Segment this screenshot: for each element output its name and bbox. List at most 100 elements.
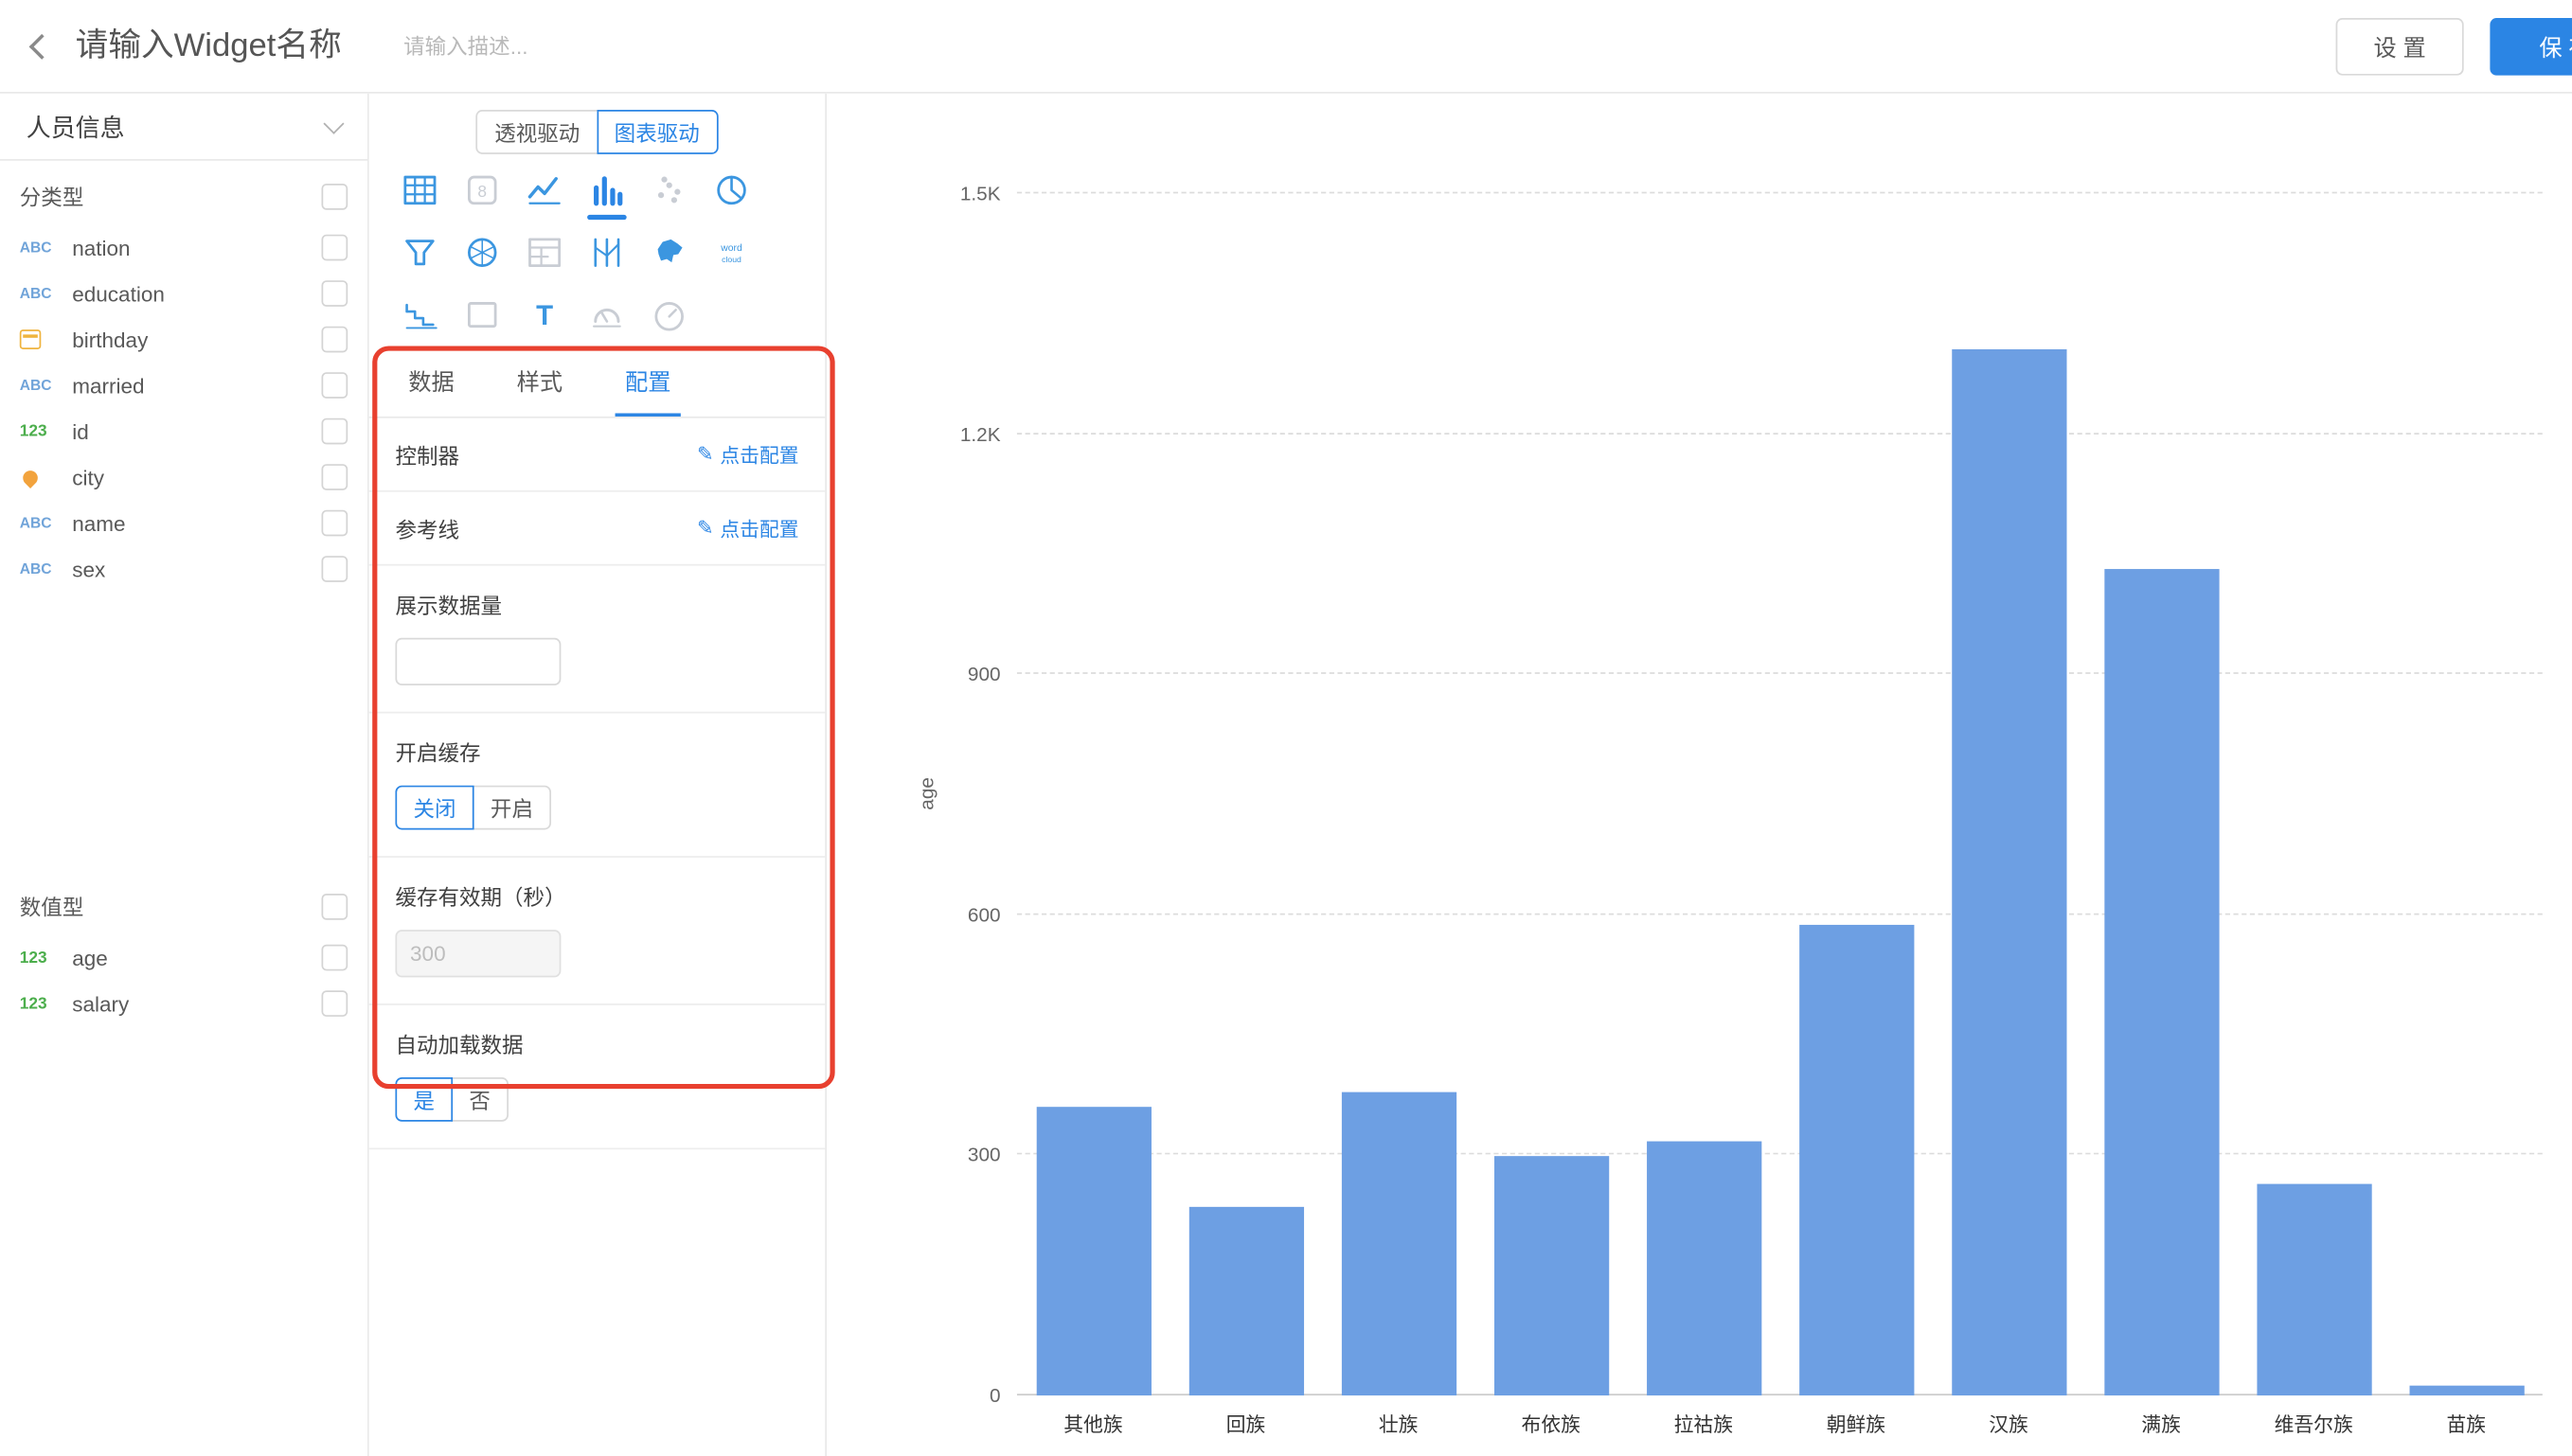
field-checkbox[interactable]	[321, 556, 348, 582]
waterfall-chart-icon[interactable]	[389, 284, 452, 346]
field-checkbox[interactable]	[321, 327, 348, 353]
y-axis-title: age	[916, 777, 938, 810]
cache-ttl-label: 缓存有效期（秒）	[395, 880, 798, 912]
chart-preview: age 03006009001.2K1.5K 其他族回族壮族布依族拉祜族朝鲜族汉…	[829, 94, 2572, 1456]
widget-description-input[interactable]	[403, 34, 666, 59]
bar[interactable]	[2103, 569, 2218, 1396]
field-married[interactable]: ABCmarried	[0, 363, 367, 408]
y-tick-label: 900	[968, 663, 1001, 685]
pin-glyph	[20, 467, 41, 488]
field-salary[interactable]: 123salary	[0, 981, 367, 1026]
widget-editor: 设 置 保 存 人员信息 分类型ABCnationABCeducationbir…	[0, 0, 2572, 1456]
x-axis-label: 汉族	[1989, 1411, 2028, 1438]
field-checkbox[interactable]	[321, 280, 348, 307]
bar-chart-icon[interactable]	[576, 159, 638, 222]
map-chart-icon[interactable]	[638, 222, 701, 284]
display-count-block: 展示数据量	[369, 566, 826, 714]
bar[interactable]	[1341, 1092, 1456, 1395]
field-name[interactable]: ABCname	[0, 500, 367, 545]
back-button[interactable]	[0, 0, 76, 92]
wordcloud-chart-icon[interactable]: wordcloud	[701, 222, 763, 284]
mode-toggle: 透视驱动图表驱动	[369, 110, 826, 154]
mode-pivot-option[interactable]: 透视驱动	[476, 110, 598, 154]
field-nation[interactable]: ABCnation	[0, 224, 367, 270]
autoload-option[interactable]: 是	[395, 1077, 453, 1122]
field-checkbox[interactable]	[321, 418, 348, 445]
richtext-chart-icon[interactable]: T	[513, 284, 576, 346]
svg-text:cloud: cloud	[722, 255, 741, 264]
save-button[interactable]: 保 存	[2490, 18, 2572, 76]
radar-chart-icon[interactable]	[451, 222, 513, 284]
bar[interactable]	[2409, 1386, 2524, 1395]
field-birthday[interactable]: birthday	[0, 316, 367, 362]
field-sex[interactable]: ABCsex	[0, 546, 367, 592]
field-name: city	[72, 465, 104, 489]
field-checkbox[interactable]	[321, 990, 348, 1017]
pie-chart-icon[interactable]	[701, 159, 763, 222]
field-name: birthday	[72, 328, 148, 352]
section-label: 分类型	[20, 181, 84, 212]
settings-button[interactable]: 设 置	[2336, 18, 2464, 76]
cache-ttl-block: 缓存有效期（秒）	[369, 858, 826, 1005]
field-checkbox[interactable]	[321, 945, 348, 971]
svg-text:8: 8	[477, 182, 487, 201]
y-tick-label: 1.2K	[960, 422, 1001, 445]
edit-icon: ✎	[697, 517, 713, 540]
x-axis-label: 布依族	[1522, 1411, 1581, 1438]
field-checkbox[interactable]	[321, 235, 348, 261]
reference-line-configure-link[interactable]: ✎ 点击配置	[697, 514, 799, 542]
bar[interactable]	[1951, 349, 2065, 1395]
x-axis-label: 苗族	[2446, 1411, 2486, 1438]
selected-indicator	[587, 215, 627, 220]
bar[interactable]	[1798, 924, 1913, 1395]
section-header: 分类型	[0, 161, 367, 225]
number-type-icon: 123	[20, 995, 72, 1013]
cache-ttl-input	[395, 930, 561, 977]
tab-data[interactable]: 数据	[399, 349, 464, 417]
bar[interactable]	[1493, 1157, 1608, 1395]
gauge-chart-icon	[576, 284, 638, 346]
autoload-option[interactable]: 否	[451, 1077, 509, 1122]
bar[interactable]	[1646, 1141, 1760, 1395]
text-type-icon: ABC	[20, 285, 72, 301]
text-type-icon: ABC	[20, 560, 72, 577]
line-chart-icon[interactable]	[513, 159, 576, 222]
svg-text:word: word	[720, 243, 742, 254]
field-name: name	[72, 511, 125, 536]
controller-configure-link[interactable]: ✎ 点击配置	[697, 440, 799, 468]
cache-option[interactable]: 开启	[473, 786, 551, 830]
field-checkbox[interactable]	[321, 464, 348, 490]
section-checkbox[interactable]	[321, 893, 348, 919]
bar[interactable]	[1036, 1107, 1151, 1395]
field-education[interactable]: ABCeducation	[0, 271, 367, 316]
x-axis-label: 满族	[2141, 1411, 2181, 1438]
field-checkbox[interactable]	[321, 510, 348, 537]
parallel-chart-icon[interactable]	[576, 222, 638, 284]
widget-name-input[interactable]	[76, 27, 387, 65]
reference-line-label: 参考线	[395, 512, 459, 543]
field-city[interactable]: city	[0, 454, 367, 500]
field-name: nation	[72, 236, 130, 260]
field-id[interactable]: 123id	[0, 408, 367, 453]
dial-chart-icon	[638, 284, 701, 346]
bar[interactable]	[1188, 1207, 1303, 1395]
x-axis-label: 其他族	[1063, 1411, 1122, 1438]
cache-option[interactable]: 关闭	[395, 786, 473, 830]
tab-config[interactable]: 配置	[616, 349, 681, 417]
field-checkbox[interactable]	[321, 372, 348, 399]
table-chart-icon[interactable]	[389, 159, 452, 222]
field-age[interactable]: 123age	[0, 934, 367, 980]
tab-style[interactable]: 样式	[507, 349, 572, 417]
bar[interactable]	[2257, 1183, 2371, 1395]
dataset-selector[interactable]: 人员信息	[0, 94, 367, 161]
x-axis-label: 拉祜族	[1674, 1411, 1733, 1438]
field-name: sex	[72, 557, 105, 581]
gridline	[1017, 673, 2543, 675]
dataset-name: 人员信息	[27, 109, 125, 143]
display-count-input[interactable]	[395, 638, 561, 685]
funnel-chart-icon[interactable]	[389, 222, 452, 284]
bar-chart: 03006009001.2K1.5K 其他族回族壮族布依族拉祜族朝鲜族汉族满族维…	[1017, 193, 2543, 1395]
reference-line-configure-text: 点击配置	[720, 514, 798, 542]
mode-chart-option[interactable]: 图表驱动	[597, 110, 718, 154]
section-checkbox[interactable]	[321, 183, 348, 209]
